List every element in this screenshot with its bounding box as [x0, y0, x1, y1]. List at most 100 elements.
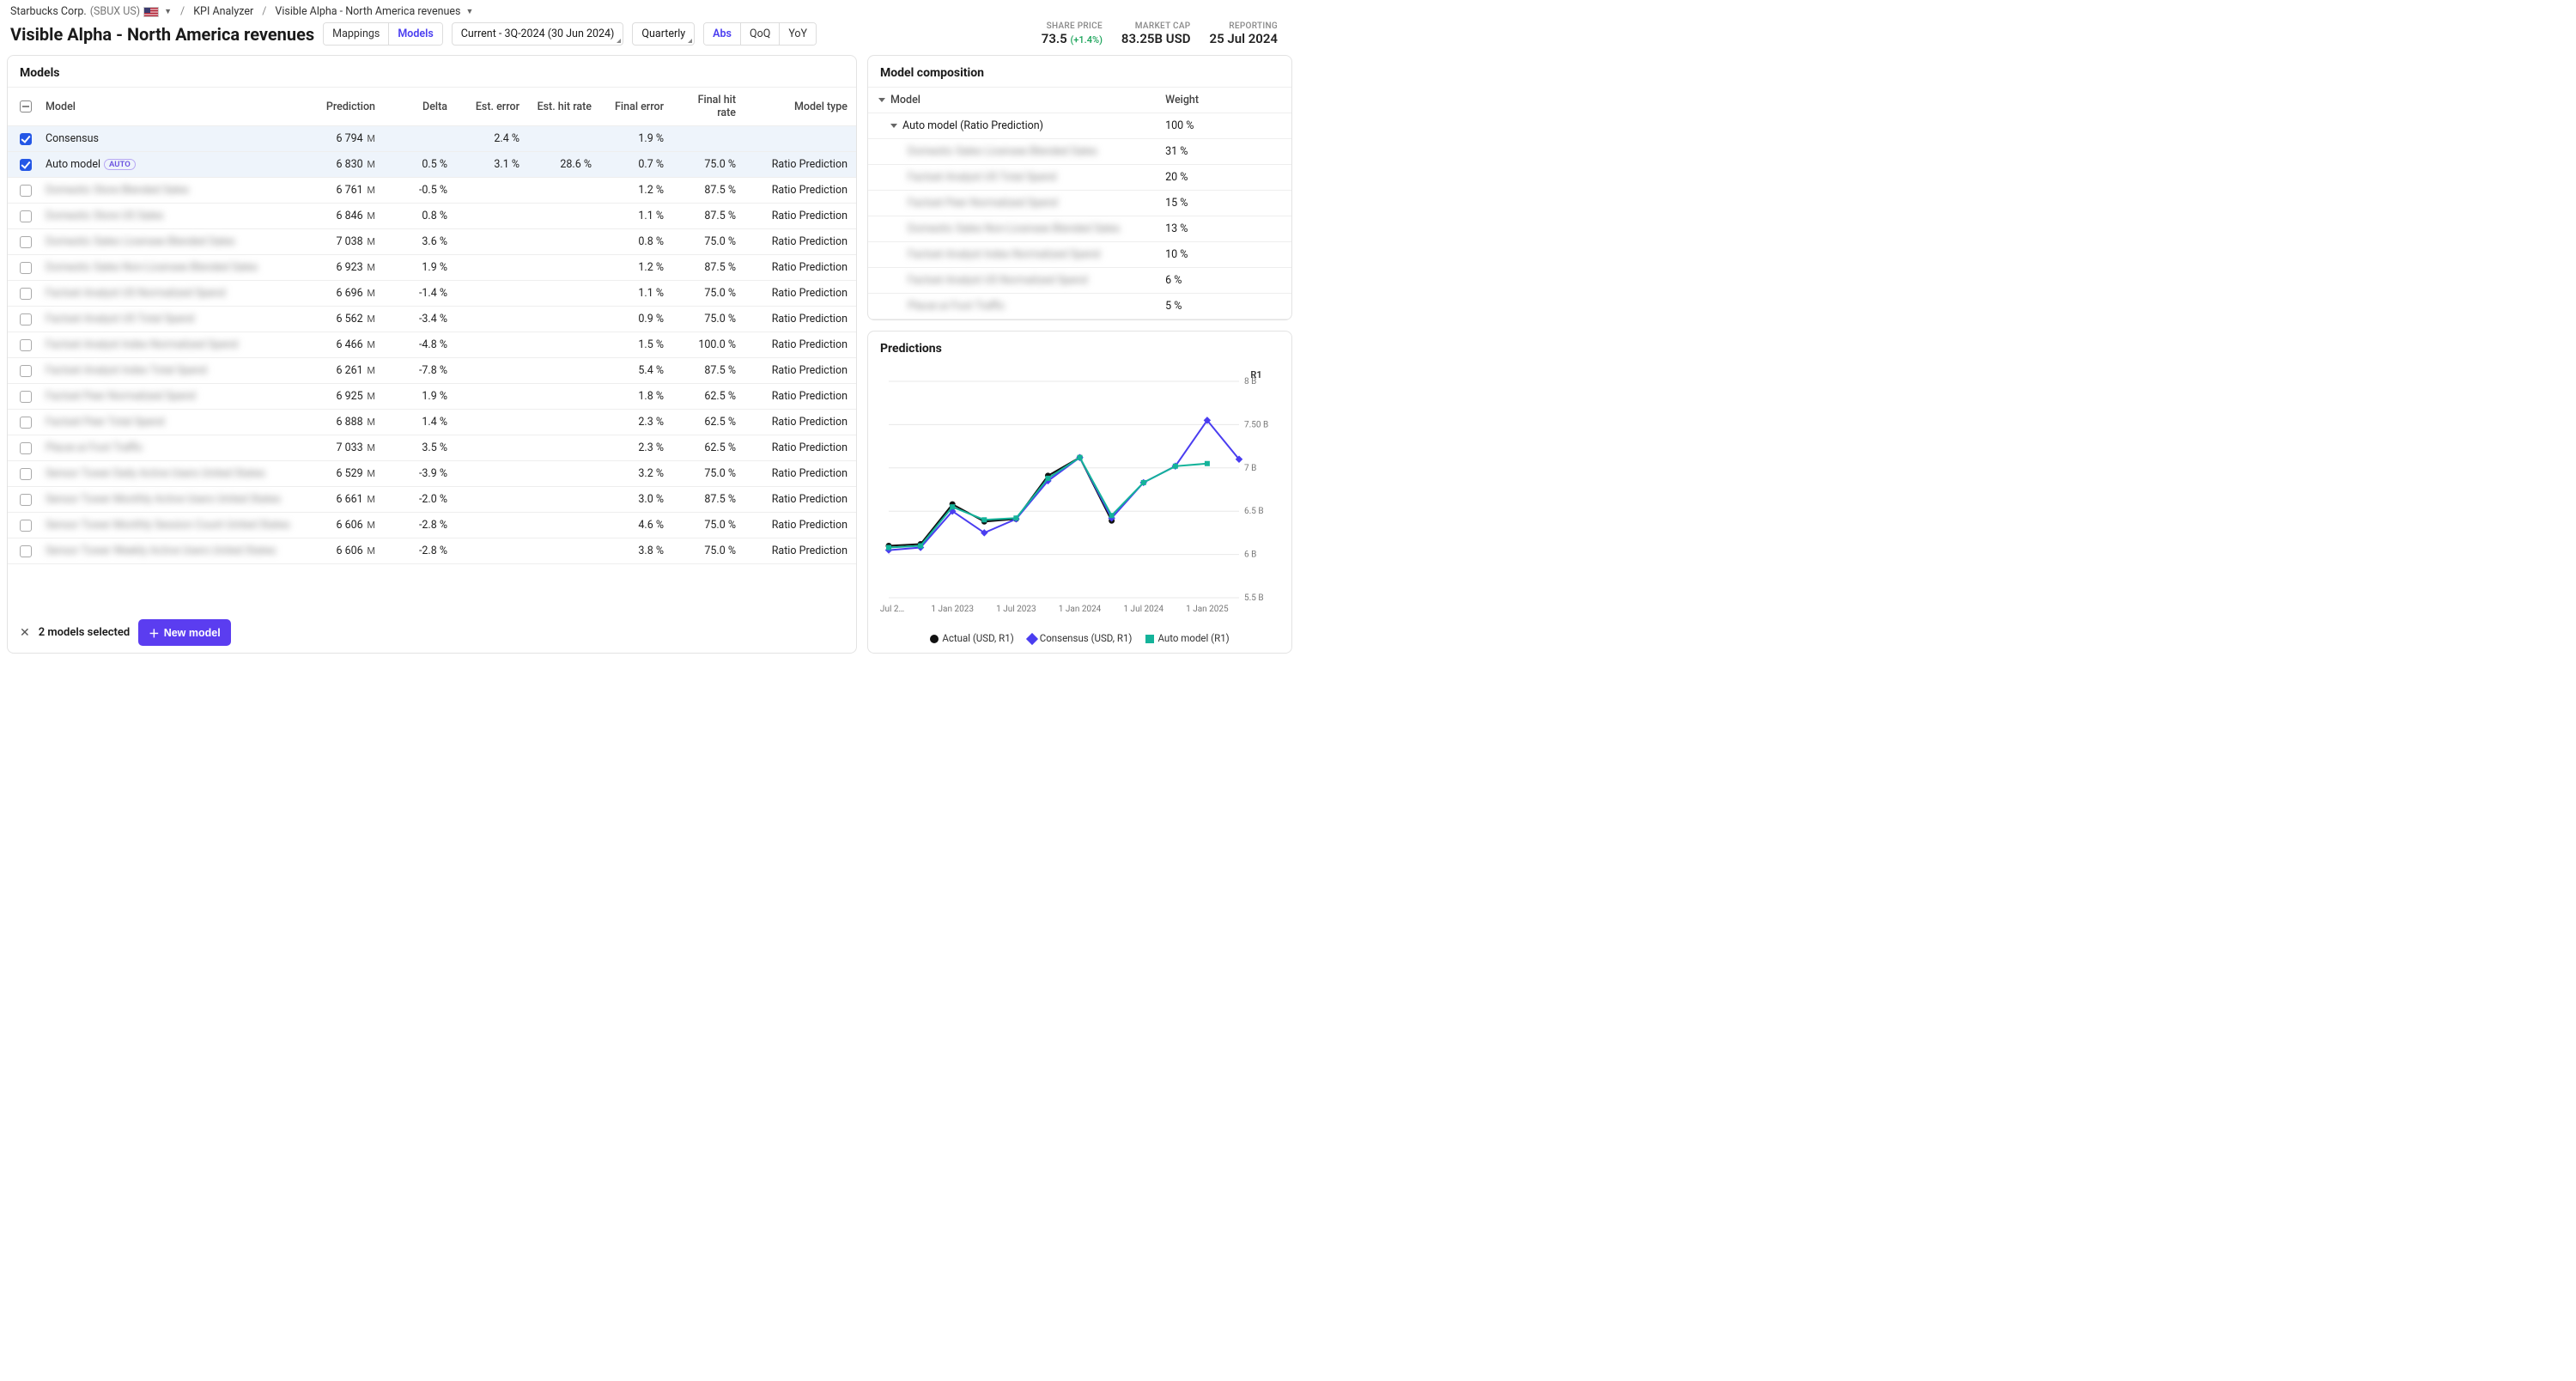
cell-final-error: 1.5 %	[600, 332, 672, 358]
comp-row[interactable]: Factset Analyst Index Normalized Spend 1…	[868, 242, 1291, 268]
col-model[interactable]: Model	[37, 88, 312, 126]
cell-model-type: Ratio Prediction	[744, 332, 856, 358]
row-checkbox[interactable]	[20, 185, 32, 197]
col-prediction[interactable]: Prediction	[312, 88, 384, 126]
row-checkbox[interactable]	[20, 391, 32, 403]
period-selector[interactable]: Current - 3Q-2024 (30 Jun 2024)	[452, 22, 624, 46]
crumb-company[interactable]: Starbucks Corp. (SBUX US) ▼	[10, 5, 172, 18]
row-checkbox[interactable]	[20, 520, 32, 532]
row-checkbox[interactable]	[20, 210, 32, 222]
cell-est-error	[456, 332, 528, 358]
row-checkbox[interactable]	[20, 159, 32, 171]
model-name-blurred: Factset Analyst US Total Spend	[46, 313, 194, 325]
row-checkbox[interactable]	[20, 262, 32, 274]
cell-prediction: 7 038 M	[312, 229, 384, 255]
col-final-error[interactable]: Final error	[600, 88, 672, 126]
row-checkbox[interactable]	[20, 545, 32, 557]
table-row[interactable]: Factset Peer Total Spend6 888 M1.4 %2.3 …	[8, 410, 856, 435]
models-footer: ✕ 2 models selected ＋ New model	[8, 612, 856, 653]
comp-row[interactable]: Factset Peer Normalized Spend 15 %	[868, 191, 1291, 216]
page-title: Visible Alpha - North America revenues	[10, 24, 314, 45]
comp-name-blurred: Factset Analyst Index Normalized Spend	[908, 248, 1100, 261]
table-row[interactable]: Sensor Tower Monthly Active Users United…	[8, 487, 856, 513]
row-checkbox[interactable]	[20, 133, 32, 145]
cell-model-type: Ratio Prediction	[744, 487, 856, 513]
cell-model-type: Ratio Prediction	[744, 229, 856, 255]
cell-delta	[384, 126, 456, 152]
cell-prediction: 6 661 M	[312, 487, 384, 513]
table-row[interactable]: Domestic Store Blended Sales6 761 M-0.5 …	[8, 178, 856, 204]
row-checkbox[interactable]	[20, 468, 32, 480]
row-checkbox[interactable]	[20, 339, 32, 351]
cell-est-hit	[528, 204, 600, 229]
legend-item[interactable]: Actual (USD, R1)	[930, 632, 1013, 644]
cell-est-error	[456, 384, 528, 410]
col-est-hit[interactable]: Est. hit rate	[528, 88, 600, 126]
row-checkbox[interactable]	[20, 442, 32, 454]
cell-model-type: Ratio Prediction	[744, 178, 856, 204]
table-row[interactable]: Consensus6 794 M2.4 %1.9 %	[8, 126, 856, 152]
tab-yoy[interactable]: YoY	[780, 23, 816, 45]
table-row[interactable]: Factset Analyst Index Total Spend6 261 M…	[8, 358, 856, 384]
col-est-error[interactable]: Est. error	[456, 88, 528, 126]
row-checkbox[interactable]	[20, 494, 32, 506]
cell-final-hit: 75.0 %	[672, 152, 744, 178]
tab-qoq[interactable]: QoQ	[741, 23, 780, 45]
model-name-blurred: Domestic Sales Non-Licensee Blended Sale…	[46, 261, 258, 274]
legend-item[interactable]: Auto model (R1)	[1145, 632, 1229, 644]
header-checkbox-cell[interactable]	[8, 88, 37, 126]
svg-text:1 Jul 2023: 1 Jul 2023	[996, 605, 1036, 614]
table-row[interactable]: Factset Peer Normalized Spend6 925 M1.9 …	[8, 384, 856, 410]
frequency-selector[interactable]: Quarterly	[632, 22, 695, 46]
close-icon[interactable]: ✕	[20, 626, 30, 640]
checkbox-indeterminate-icon[interactable]	[20, 100, 32, 113]
comp-weight: 6 %	[1155, 268, 1214, 294]
crumb-metric[interactable]: Visible Alpha - North America revenues ▼	[275, 5, 473, 18]
comp-name-blurred: Domestic Sales Licensee Blended Sales	[908, 145, 1097, 158]
cell-prediction: 6 562 M	[312, 307, 384, 332]
row-checkbox[interactable]	[20, 417, 32, 429]
table-row[interactable]: Factset Analyst Index Normalized Spend6 …	[8, 332, 856, 358]
cell-delta: 0.5 %	[384, 152, 456, 178]
table-row[interactable]: Sensor Tower Daily Active Users United S…	[8, 461, 856, 487]
cell-model-type: Ratio Prediction	[744, 410, 856, 435]
table-row[interactable]: Sensor Tower Monthly Session Count Unite…	[8, 513, 856, 538]
new-model-button[interactable]: ＋ New model	[138, 619, 231, 646]
table-row[interactable]: Domestic Sales Non-Licensee Blended Sale…	[8, 255, 856, 281]
comp-row[interactable]: Factset Analyst US Total Spend 20 %	[868, 165, 1291, 191]
company-name: Starbucks Corp.	[10, 5, 87, 18]
table-row[interactable]: Factset Analyst US Normalized Spend6 696…	[8, 281, 856, 307]
row-checkbox[interactable]	[20, 313, 32, 325]
table-row[interactable]: Sensor Tower Weekly Active Users United …	[8, 538, 856, 564]
comp-col-model[interactable]: Model	[868, 88, 1155, 113]
table-row[interactable]: Domestic Store US Sales6 846 M0.8 %1.1 %…	[8, 204, 856, 229]
col-delta[interactable]: Delta	[384, 88, 456, 126]
comp-row[interactable]: Domestic Sales Non-Licensee Blended Sale…	[868, 216, 1291, 242]
model-name-blurred: Factset Peer Normalized Spend	[46, 390, 196, 403]
col-model-type[interactable]: Model type	[744, 88, 856, 126]
row-checkbox[interactable]	[20, 365, 32, 377]
comp-row-root[interactable]: Auto model (Ratio Prediction) 100 %	[868, 113, 1291, 139]
col-final-hit[interactable]: Final hit rate	[672, 88, 744, 126]
table-row[interactable]: Factset Analyst US Total Spend6 562 M-3.…	[8, 307, 856, 332]
comp-row[interactable]: Placer.ai Foot Traffic 5 %	[868, 294, 1291, 319]
tabs-calc-mode: Abs QoQ YoY	[703, 22, 817, 46]
comp-row[interactable]: Domestic Sales Licensee Blended Sales 31…	[868, 139, 1291, 165]
cell-prediction: 6 794 M	[312, 126, 384, 152]
legend-item[interactable]: Consensus (USD, R1)	[1028, 632, 1133, 644]
tab-models[interactable]: Models	[389, 23, 441, 45]
table-row[interactable]: Auto modelAUTO6 830 M0.5 %3.1 %28.6 %0.7…	[8, 152, 856, 178]
row-checkbox[interactable]	[20, 236, 32, 248]
cell-est-hit	[528, 229, 600, 255]
tab-mappings[interactable]: Mappings	[324, 23, 389, 45]
crumb-section[interactable]: KPI Analyzer	[193, 5, 253, 18]
table-row[interactable]: Placer.ai Foot Traffic7 033 M3.5 %2.3 %6…	[8, 435, 856, 461]
row-checkbox[interactable]	[20, 288, 32, 300]
table-row[interactable]: Domestic Sales Licensee Blended Sales7 0…	[8, 229, 856, 255]
cell-est-hit	[528, 538, 600, 564]
tab-abs[interactable]: Abs	[704, 23, 741, 45]
comp-row[interactable]: Factset Analyst US Normalized Spend 6 %	[868, 268, 1291, 294]
cell-final-hit: 75.0 %	[672, 307, 744, 332]
cell-final-error: 0.9 %	[600, 307, 672, 332]
comp-col-weight[interactable]: Weight	[1155, 88, 1214, 113]
